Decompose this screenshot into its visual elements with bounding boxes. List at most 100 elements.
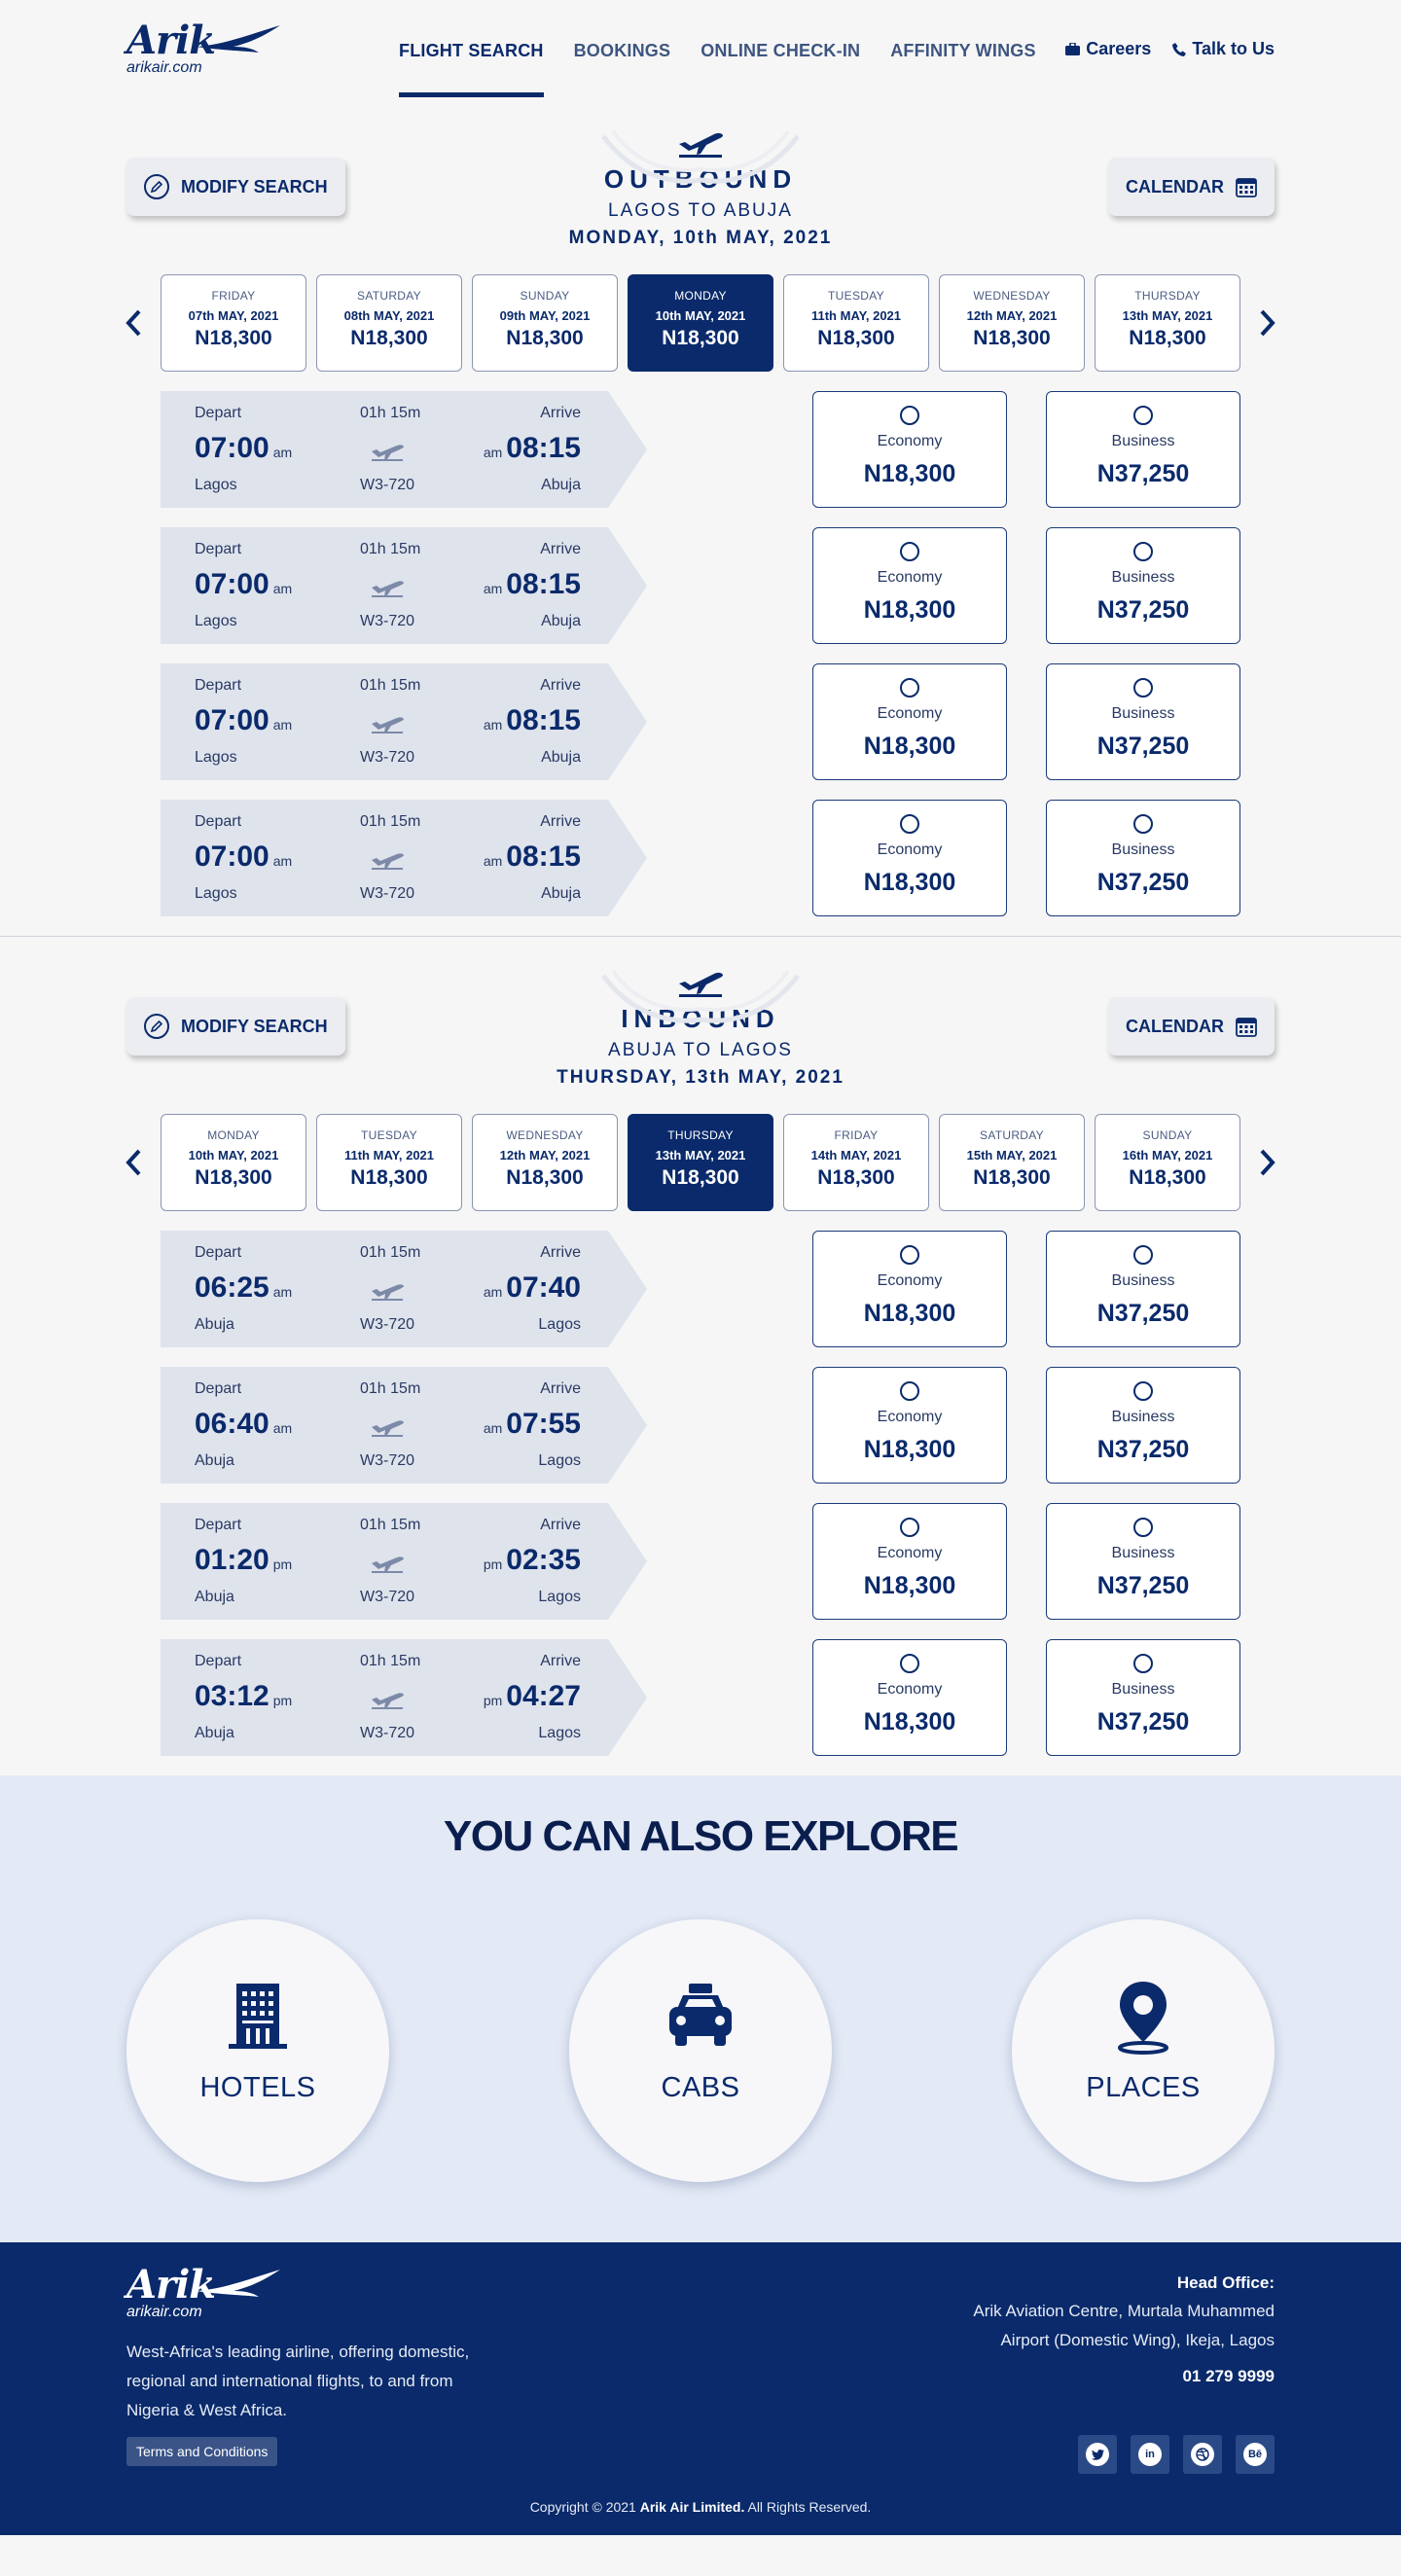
departure-time-value: 03:12 [195, 1680, 269, 1712]
selected-date: MONDAY, 10th MAY, 2021 [568, 228, 833, 248]
flight-code: W3-720 [360, 613, 415, 629]
chevron-right-icon[interactable] [1259, 1149, 1276, 1176]
talk-to-us-link[interactable]: Talk to Us [1172, 39, 1275, 59]
wings-watermark-icon [601, 129, 800, 184]
calendar-label: CALENDAR [1126, 1016, 1224, 1036]
economy-fare-option[interactable]: Economy N18,300 [812, 1503, 1007, 1620]
dribbble-icon[interactable] [1183, 2435, 1222, 2474]
date-card[interactable]: SATURDAY 08th MAY, 2021 N18,300 [316, 274, 462, 372]
arik-logo[interactable]: Arik arikair.com [126, 18, 282, 77]
origin-city: Lagos [195, 885, 237, 902]
radio-button[interactable] [1133, 1381, 1153, 1401]
calendar-button[interactable]: CALENDAR [1108, 158, 1275, 216]
date-card[interactable]: MONDAY 10th MAY, 2021 N18,300 [628, 274, 773, 372]
arrival-time-value: 07:40 [506, 1271, 581, 1304]
flight-info-card: Depart 01h 15m Arrive 06:25 am am 07:40 Abuja W3… [161, 1231, 647, 1347]
date-date: 14th MAY, 2021 [810, 1148, 902, 1163]
radio-button[interactable] [900, 406, 919, 425]
date-card[interactable]: WEDNESDAY 12th MAY, 2021 N18,300 [472, 1114, 618, 1211]
depart-label: Depart [195, 1244, 242, 1261]
depart-label: Depart [195, 1653, 242, 1669]
arrival-ampm: am [483, 853, 503, 869]
economy-fare-option[interactable]: Economy N18,300 [812, 663, 1007, 780]
economy-label: Economy [877, 705, 943, 722]
business-fare-option[interactable]: Business N37,250 [1046, 1231, 1240, 1347]
economy-fare-option[interactable]: Economy N18,300 [812, 1639, 1007, 1756]
radio-button[interactable] [1133, 542, 1153, 561]
economy-fare-option[interactable]: Economy N18,300 [812, 1231, 1007, 1347]
business-fare-option[interactable]: Business N37,250 [1046, 527, 1240, 644]
economy-fare-option[interactable]: Economy N18,300 [812, 1367, 1007, 1484]
chevron-right-icon[interactable] [1259, 309, 1276, 337]
radio-button[interactable] [1133, 814, 1153, 834]
radio-button[interactable] [1133, 1245, 1153, 1265]
radio-button[interactable] [900, 1654, 919, 1673]
date-card[interactable]: THURSDAY 13th MAY, 2021 N18,300 [1095, 274, 1240, 372]
flight-code: W3-720 [360, 1589, 415, 1605]
date-date: 13th MAY, 2021 [1122, 308, 1213, 323]
site-header: Arik arikair.com FLIGHT SEARCH BOOKINGS … [0, 0, 1401, 117]
copyright-suffix: All Rights Reserved. [747, 2499, 872, 2515]
nav-flight-search[interactable]: FLIGHT SEARCH [399, 41, 544, 97]
date-price: N18,300 [1129, 327, 1206, 349]
explore-section: YOU CAN ALSO EXPLORE HOTELS CABS PLACES [0, 1775, 1401, 2242]
terms-link[interactable]: Terms and Conditions [126, 2437, 278, 2466]
explore-places-label: PLACES [1086, 2072, 1201, 2103]
economy-fare-option[interactable]: Economy N18,300 [812, 527, 1007, 644]
chevron-left-icon[interactable] [125, 1149, 142, 1176]
date-card[interactable]: THURSDAY 13th MAY, 2021 N18,300 [628, 1114, 773, 1211]
footer-logo[interactable]: Arik arikair.com [126, 2262, 282, 2321]
twitter-icon[interactable] [1078, 2435, 1117, 2474]
behance-icon[interactable]: Bē [1236, 2435, 1275, 2474]
radio-button[interactable] [900, 814, 919, 834]
flight-info-card: Depart 01h 15m Arrive 06:40 am am 07:55 Abuja W3… [161, 1367, 647, 1484]
radio-button[interactable] [900, 1518, 919, 1537]
date-card[interactable]: MONDAY 10th MAY, 2021 N18,300 [161, 1114, 306, 1211]
address-line-1: Arik Aviation Centre, Murtala Muhammed [973, 2302, 1275, 2320]
economy-price: N18,300 [863, 1436, 956, 1463]
chevron-left-icon[interactable] [125, 309, 142, 337]
date-date: 10th MAY, 2021 [188, 1148, 279, 1163]
explore-title: YOU CAN ALSO EXPLORE [443, 1812, 959, 1860]
phone-number[interactable]: 01 279 9999 [973, 2367, 1275, 2386]
business-fare-option[interactable]: Business N37,250 [1046, 1639, 1240, 1756]
radio-button[interactable] [900, 1381, 919, 1401]
economy-fare-option[interactable]: Economy N18,300 [812, 800, 1007, 916]
radio-button[interactable] [1133, 406, 1153, 425]
date-card[interactable]: FRIDAY 07th MAY, 2021 N18,300 [161, 274, 306, 372]
date-card[interactable]: FRIDAY 14th MAY, 2021 N18,300 [783, 1114, 929, 1211]
explore-places-card[interactable]: PLACES [1012, 1919, 1275, 2182]
date-card[interactable]: TUESDAY 11th MAY, 2021 N18,300 [316, 1114, 462, 1211]
nav-bookings[interactable]: BOOKINGS [574, 41, 671, 97]
date-card[interactable]: SUNDAY 16th MAY, 2021 N18,300 [1095, 1114, 1240, 1211]
economy-fare-option[interactable]: Economy N18,300 [812, 391, 1007, 508]
business-fare-option[interactable]: Business N37,250 [1046, 1367, 1240, 1484]
business-fare-option[interactable]: Business N37,250 [1046, 391, 1240, 508]
date-card[interactable]: SUNDAY 09th MAY, 2021 N18,300 [472, 274, 618, 372]
date-price: N18,300 [506, 327, 584, 349]
radio-button[interactable] [900, 542, 919, 561]
date-card[interactable]: TUESDAY 11th MAY, 2021 N18,300 [783, 274, 929, 372]
radio-button[interactable] [1133, 1654, 1153, 1673]
radio-button[interactable] [1133, 1518, 1153, 1537]
business-fare-option[interactable]: Business N37,250 [1046, 663, 1240, 780]
explore-hotels-card[interactable]: HOTELS [126, 1919, 389, 2182]
radio-button[interactable] [900, 678, 919, 698]
careers-link[interactable]: Careers [1065, 39, 1151, 59]
departure-time-value: 07:00 [195, 841, 269, 873]
radio-button[interactable] [1133, 678, 1153, 698]
explore-cabs-card[interactable]: CABS [569, 1919, 832, 2182]
business-fare-option[interactable]: Business N37,250 [1046, 800, 1240, 916]
business-fare-option[interactable]: Business N37,250 [1046, 1503, 1240, 1620]
nav-affinity-wings[interactable]: AFFINITY WINGS [890, 41, 1035, 97]
date-card[interactable]: WEDNESDAY 12th MAY, 2021 N18,300 [939, 274, 1085, 372]
date-card[interactable]: SATURDAY 15th MAY, 2021 N18,300 [939, 1114, 1085, 1211]
radio-button[interactable] [900, 1245, 919, 1265]
phone-icon [1172, 42, 1187, 56]
logo-bird-icon [197, 2270, 280, 2297]
nav-online-check-in[interactable]: ONLINE CHECK-IN [700, 41, 860, 97]
calendar-button[interactable]: CALENDAR [1108, 997, 1275, 1055]
destination-city: Lagos [538, 1316, 581, 1333]
arrival-time: am 08:15 [480, 568, 581, 601]
linkedin-icon[interactable]: in [1131, 2435, 1169, 2474]
